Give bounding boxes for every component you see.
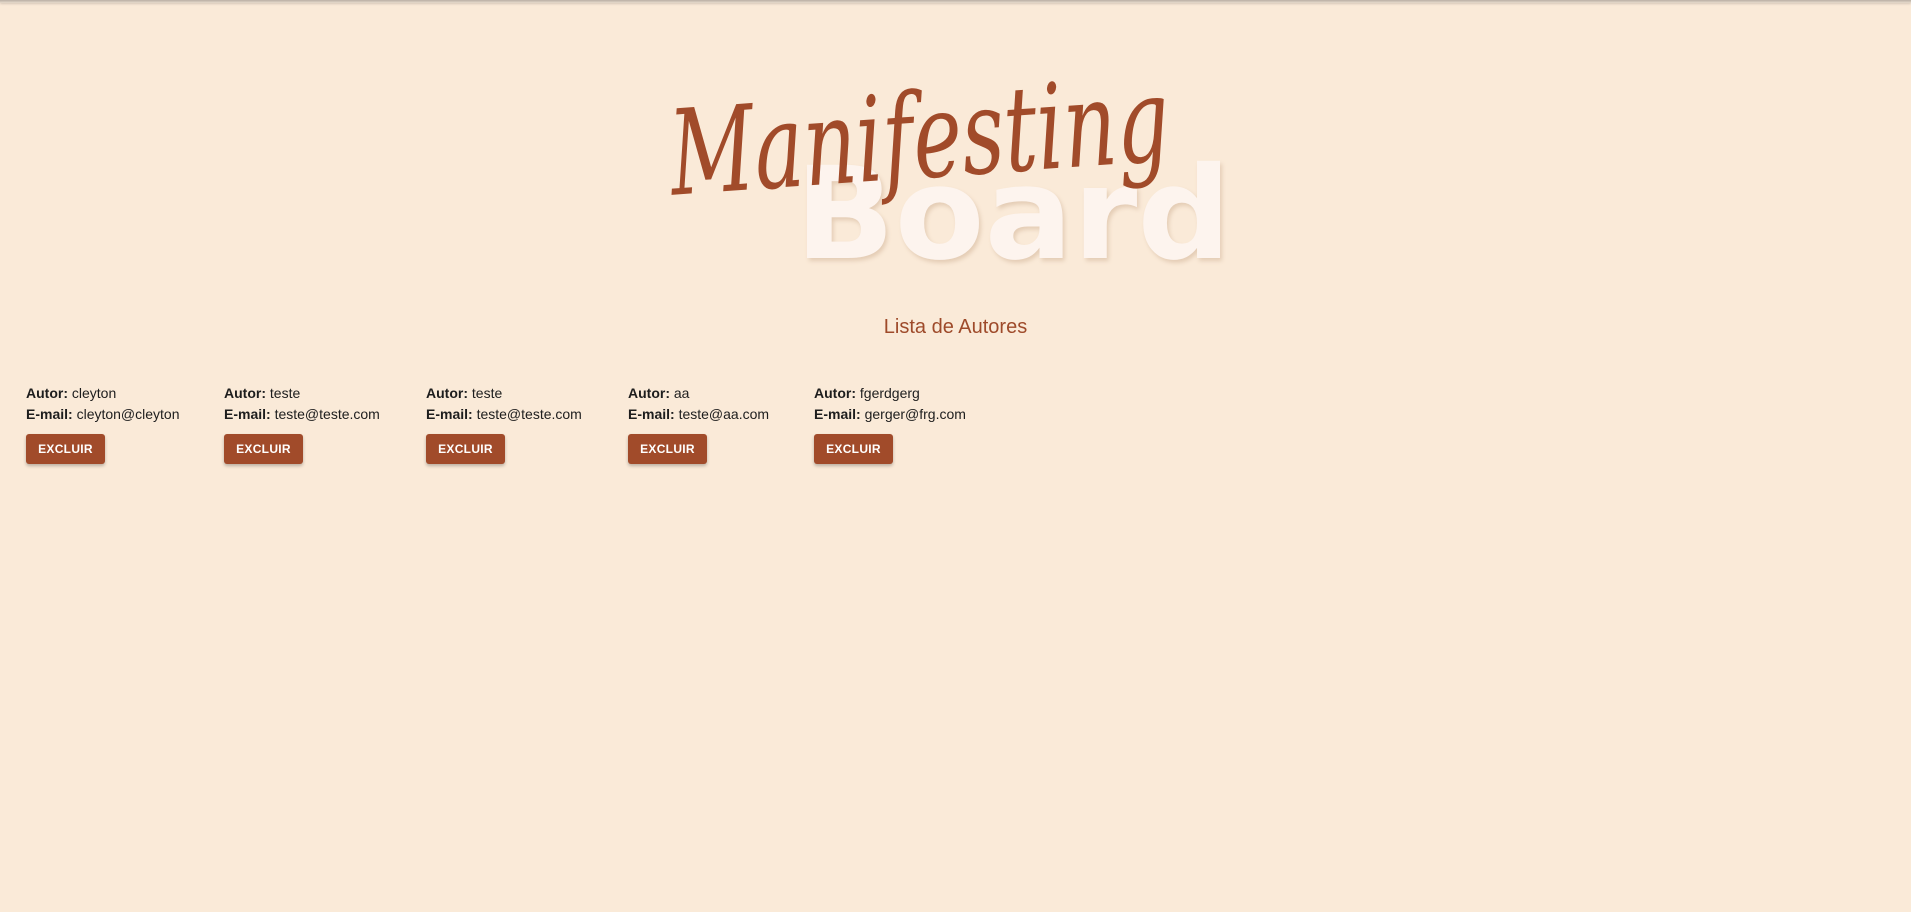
author-line: Autor: aa xyxy=(628,383,769,404)
page-title: Lista de Autores xyxy=(883,316,1028,338)
delete-button[interactable]: EXCLUIR xyxy=(814,434,893,464)
email-label: E-mail: xyxy=(426,406,473,422)
author-line: Autor: teste xyxy=(224,383,380,404)
author-name: fgerdgerg xyxy=(859,385,920,401)
delete-button[interactable]: EXCLUIR xyxy=(224,434,303,464)
author-label: Autor: xyxy=(224,385,266,401)
author-label: Autor: xyxy=(426,385,468,401)
author-name: cleyton xyxy=(71,385,117,401)
author-email: teste@aa.com xyxy=(678,406,770,422)
author-email: teste@teste.com xyxy=(476,406,582,422)
author-card: Autor: aa E-mail: teste@aa.com EXCLUIR xyxy=(628,383,769,464)
author-card: Autor: cleyton E-mail: cleyton@cleyton E… xyxy=(26,383,180,464)
author-email: cleyton@cleyton xyxy=(76,406,180,422)
author-card: Autor: teste E-mail: teste@teste.com EXC… xyxy=(224,383,380,464)
delete-button[interactable]: EXCLUIR xyxy=(628,434,707,464)
author-line: Autor: teste xyxy=(426,383,582,404)
author-name: aa xyxy=(673,385,690,401)
author-name: teste xyxy=(471,385,503,401)
email-label: E-mail: xyxy=(224,406,271,422)
author-card: Autor: fgerdgerg E-mail: gerger@frg.com … xyxy=(814,383,966,464)
email-line: E-mail: teste@teste.com xyxy=(426,404,582,425)
email-label: E-mail: xyxy=(628,406,675,422)
author-label: Autor: xyxy=(628,385,670,401)
email-line: E-mail: teste@teste.com xyxy=(224,404,380,425)
manifesting-board-logo: Board Manifesting xyxy=(655,25,1255,275)
email-line: E-mail: gerger@frg.com xyxy=(814,404,966,425)
author-email: teste@teste.com xyxy=(274,406,380,422)
author-line: Autor: fgerdgerg xyxy=(814,383,966,404)
email-label: E-mail: xyxy=(26,406,73,422)
email-label: E-mail: xyxy=(814,406,861,422)
author-label: Autor: xyxy=(814,385,856,401)
author-email: gerger@frg.com xyxy=(864,406,966,422)
email-line: E-mail: teste@aa.com xyxy=(628,404,769,425)
browser-top-edge xyxy=(0,0,1911,3)
email-line: E-mail: cleyton@cleyton xyxy=(26,404,180,425)
delete-button[interactable]: EXCLUIR xyxy=(26,434,105,464)
author-name: teste xyxy=(269,385,301,401)
author-label: Autor: xyxy=(26,385,68,401)
delete-button[interactable]: EXCLUIR xyxy=(426,434,505,464)
author-card: Autor: teste E-mail: teste@teste.com EXC… xyxy=(426,383,582,464)
author-line: Autor: cleyton xyxy=(26,383,180,404)
